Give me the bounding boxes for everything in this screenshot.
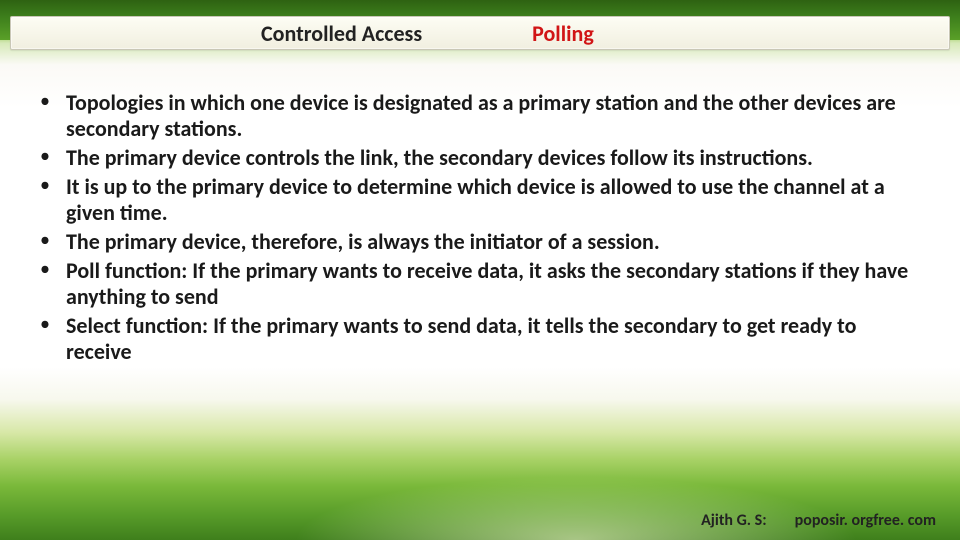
slide: Controlled Access Polling Topologies in …	[0, 0, 960, 540]
title-left: Controlled Access	[11, 20, 422, 47]
list-item: Poll function: If the primary wants to r…	[32, 258, 920, 310]
list-item: Select function: If the primary wants to…	[32, 313, 920, 365]
bullet-list: Topologies in which one device is design…	[32, 90, 920, 365]
list-item: The primary device controls the link, th…	[32, 145, 920, 171]
footer-site: poposir. orgfree. com	[795, 511, 936, 530]
list-item: The primary device, therefore, is always…	[32, 229, 920, 255]
list-item: Topologies in which one device is design…	[32, 90, 920, 142]
footer: Ajith G. S: poposir. orgfree. com	[701, 511, 936, 530]
body-content: Topologies in which one device is design…	[32, 90, 920, 368]
title-bar: Controlled Access Polling	[10, 16, 950, 50]
footer-author: Ajith G. S:	[701, 511, 767, 530]
list-item: It is up to the primary device to determ…	[32, 174, 920, 226]
title-right: Polling	[422, 20, 594, 47]
